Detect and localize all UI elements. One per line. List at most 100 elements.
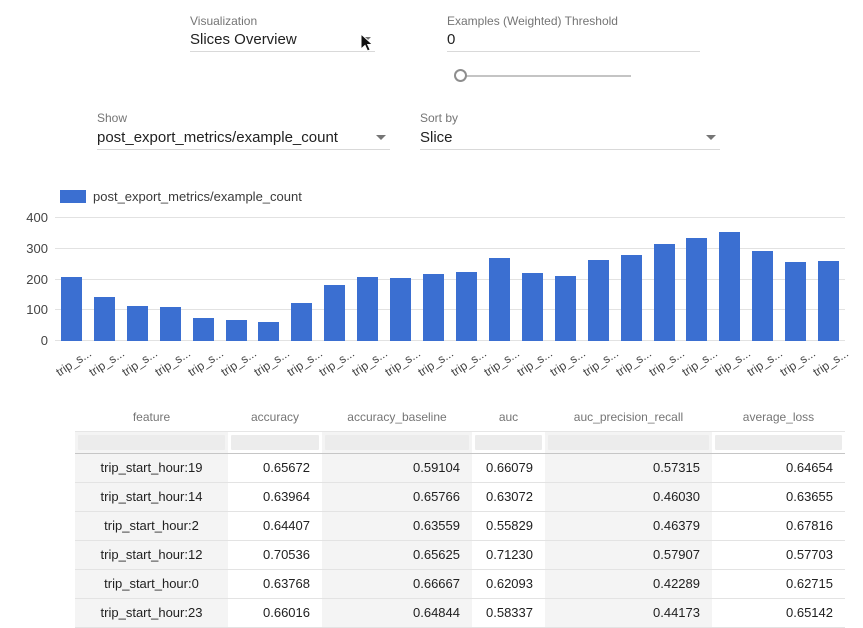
bar[interactable]	[456, 272, 477, 341]
table-header-row: featureaccuracyaccuracy_baselineaucauc_p…	[75, 403, 845, 431]
x-label-slot: trip_s...	[154, 343, 187, 381]
bar-slot	[713, 217, 746, 341]
bar[interactable]	[489, 258, 510, 341]
bar[interactable]	[654, 244, 675, 341]
x-label-slot: trip_s...	[220, 343, 253, 381]
bar[interactable]	[160, 307, 181, 341]
threshold-value: 0	[447, 31, 455, 48]
x-label-slot: trip_s...	[384, 343, 417, 381]
metric-cell: 0.62715	[712, 569, 845, 598]
bar[interactable]	[390, 278, 411, 341]
metric-cell: 0.66079	[472, 453, 545, 482]
bar[interactable]	[686, 238, 707, 341]
bar[interactable]	[785, 262, 806, 341]
bar[interactable]	[127, 306, 148, 341]
column-filter-average_loss[interactable]	[715, 435, 842, 450]
column-filter-auc[interactable]	[475, 435, 542, 450]
bar[interactable]	[588, 260, 609, 341]
metric-cell: 0.46030	[545, 482, 712, 511]
metric-cell: 0.63768	[228, 569, 322, 598]
table-row: trip_start_hour:20.644070.635590.558290.…	[75, 511, 845, 540]
threshold-input[interactable]: 0	[447, 28, 700, 52]
bar[interactable]	[621, 255, 642, 341]
feature-cell: trip_start_hour:12	[75, 540, 228, 569]
bar[interactable]	[226, 320, 247, 341]
column-header-accuracy_baseline[interactable]: accuracy_baseline	[322, 403, 472, 431]
x-label-slot: trip_s...	[318, 343, 351, 381]
x-label-slot: trip_s...	[187, 343, 220, 381]
feature-cell: trip_start_hour:23	[75, 598, 228, 627]
bar[interactable]	[61, 277, 82, 341]
bar[interactable]	[818, 261, 839, 341]
feature-cell: trip_start_hour:19	[75, 453, 228, 482]
visualization-select[interactable]: Slices Overview	[190, 28, 375, 52]
column-filter-auc_precision_recall[interactable]	[548, 435, 709, 450]
x-label-slot: trip_s...	[450, 343, 483, 381]
x-label-slot: trip_s...	[516, 343, 549, 381]
x-tick-label: trip_s...	[811, 346, 852, 379]
visualization-value: Slices Overview	[190, 31, 297, 48]
column-filter-accuracy[interactable]	[231, 435, 319, 450]
bar[interactable]	[324, 285, 345, 341]
bar-slot	[549, 217, 582, 341]
bar[interactable]	[357, 277, 378, 341]
metric-cell: 0.65625	[322, 540, 472, 569]
column-header-feature[interactable]: feature	[75, 403, 228, 431]
bar[interactable]	[719, 232, 740, 341]
bar-slot	[187, 217, 220, 341]
metric-cell: 0.65672	[228, 453, 322, 482]
column-header-auc_precision_recall[interactable]: auc_precision_recall	[545, 403, 712, 431]
column-header-average_loss[interactable]: average_loss	[712, 403, 845, 431]
filter-cell	[322, 431, 472, 453]
metric-cell: 0.57907	[545, 540, 712, 569]
x-label-slot: trip_s...	[746, 343, 779, 381]
metric-cell: 0.57703	[712, 540, 845, 569]
column-header-auc[interactable]: auc	[472, 403, 545, 431]
bar-slot	[154, 217, 187, 341]
column-filter-feature[interactable]	[78, 435, 225, 450]
filter-cell	[472, 431, 545, 453]
bar-slot	[253, 217, 286, 341]
bar[interactable]	[522, 273, 543, 342]
metric-cell: 0.55829	[472, 511, 545, 540]
bar[interactable]	[291, 303, 312, 341]
metric-cell: 0.44173	[545, 598, 712, 627]
bar-slot	[88, 217, 121, 341]
filter-cell	[75, 431, 228, 453]
metric-cell: 0.71230	[472, 540, 545, 569]
metric-cell: 0.66016	[228, 598, 322, 627]
column-header-accuracy[interactable]: accuracy	[228, 403, 322, 431]
y-tick-label: 200	[0, 272, 48, 287]
bar-slot	[121, 217, 154, 341]
threshold-slider[interactable]	[456, 75, 631, 77]
bar-slot	[582, 217, 615, 341]
bar-slot	[384, 217, 417, 341]
column-filter-accuracy_baseline[interactable]	[325, 435, 469, 450]
x-label-slot: trip_s...	[779, 343, 812, 381]
show-select[interactable]: post_export_metrics/example_count	[97, 126, 390, 150]
sort-by-value: Slice	[420, 129, 453, 146]
bar[interactable]	[423, 274, 444, 341]
bar[interactable]	[193, 318, 214, 341]
metric-cell: 0.63559	[322, 511, 472, 540]
metric-cell: 0.62093	[472, 569, 545, 598]
threshold-label: Examples (Weighted) Threshold	[447, 14, 618, 28]
bar-slot	[483, 217, 516, 341]
bar[interactable]	[258, 322, 279, 341]
sort-by-select[interactable]: Slice	[420, 126, 720, 150]
bar[interactable]	[752, 251, 773, 341]
metric-cell: 0.66667	[322, 569, 472, 598]
metric-cell: 0.58337	[472, 598, 545, 627]
metric-cell: 0.64654	[712, 453, 845, 482]
x-label-slot: trip_s...	[351, 343, 384, 381]
bar-slot	[516, 217, 549, 341]
x-label-slot: trip_s...	[681, 343, 714, 381]
bar[interactable]	[94, 297, 115, 341]
metric-cell: 0.67816	[712, 511, 845, 540]
bar-slot	[779, 217, 812, 341]
metrics-table: featureaccuracyaccuracy_baselineaucauc_p…	[75, 403, 845, 628]
bar[interactable]	[555, 276, 576, 341]
bar-slot	[417, 217, 450, 341]
slider-thumb[interactable]	[454, 69, 467, 82]
legend-swatch	[60, 190, 86, 203]
